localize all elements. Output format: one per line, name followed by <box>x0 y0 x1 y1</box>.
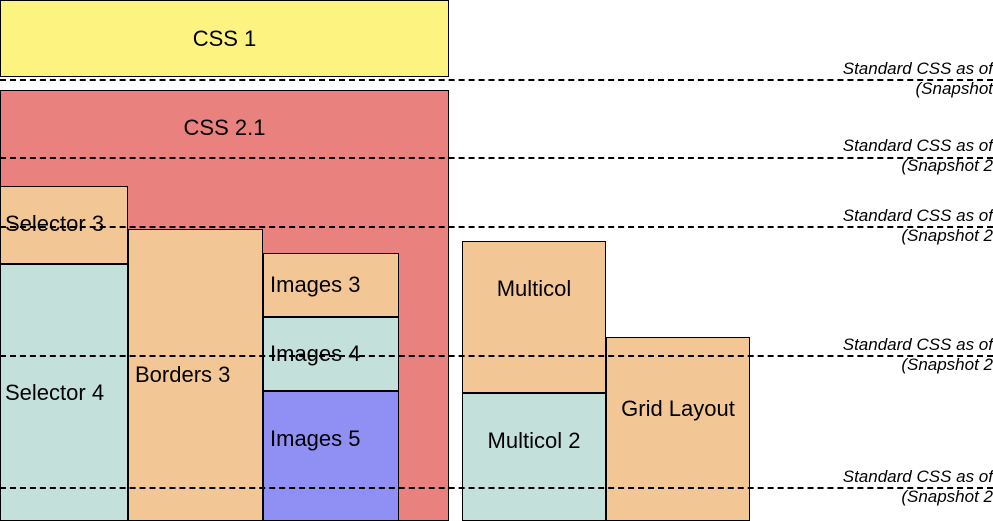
snapshot-label-3b: (Snapshot 2 <box>823 226 993 246</box>
images5-box: Images 5 <box>263 391 399 521</box>
snapshot-label-1a: Standard CSS as of <box>823 59 993 79</box>
images3-box: Images 3 <box>263 253 399 317</box>
borders3-box: Borders 3 <box>128 229 263 521</box>
snapshot-label-5: Standard CSS as of (Snapshot 2 <box>823 467 993 508</box>
images5-label: Images 5 <box>270 426 361 452</box>
multicol2-label: Multicol 2 <box>488 428 581 454</box>
selector3-label: Selector 3 <box>5 211 104 237</box>
images3-label: Images 3 <box>270 272 361 298</box>
diagram-stage: CSS 1 CSS 2.1 Selector 3 Selector 4 Bord… <box>0 0 993 521</box>
selector3-box: Selector 3 <box>0 186 128 264</box>
snapshot-label-1b: (Snapshot <box>823 79 993 99</box>
snapshot-label-2a: Standard CSS as of <box>823 136 993 156</box>
gridlayout-label: Grid Layout <box>621 396 735 422</box>
selector4-box: Selector 4 <box>0 264 128 521</box>
selector4-label: Selector 4 <box>5 380 104 406</box>
snapshot-label-2b: (Snapshot 2 <box>823 156 993 176</box>
snapshot-label-4b: (Snapshot 2 <box>823 355 993 375</box>
borders3-label: Borders 3 <box>135 362 230 388</box>
snapshot-label-3a: Standard CSS as of <box>823 206 993 226</box>
snapshot-label-3: Standard CSS as of (Snapshot 2 <box>823 206 993 247</box>
css1-box: CSS 1 <box>0 0 449 77</box>
snapshot-label-4: Standard CSS as of (Snapshot 2 <box>823 335 993 376</box>
images4-box: Images 4 <box>263 317 399 391</box>
gridlayout-box: Grid Layout <box>606 337 750 521</box>
multicol-label: Multicol <box>497 276 572 302</box>
snapshot-label-5b: (Snapshot 2 <box>823 487 993 507</box>
snapshot-label-2: Standard CSS as of (Snapshot 2 <box>823 136 993 177</box>
multicol-box: Multicol <box>462 241 606 393</box>
multicol2-box: Multicol 2 <box>462 393 606 521</box>
snapshot-label-1: Standard CSS as of (Snapshot <box>823 59 993 100</box>
images4-label: Images 4 <box>270 341 361 367</box>
css21-label: CSS 2.1 <box>1 115 448 141</box>
css1-label: CSS 1 <box>193 26 257 52</box>
snapshot-label-4a: Standard CSS as of <box>823 335 993 355</box>
snapshot-label-5a: Standard CSS as of <box>823 467 993 487</box>
